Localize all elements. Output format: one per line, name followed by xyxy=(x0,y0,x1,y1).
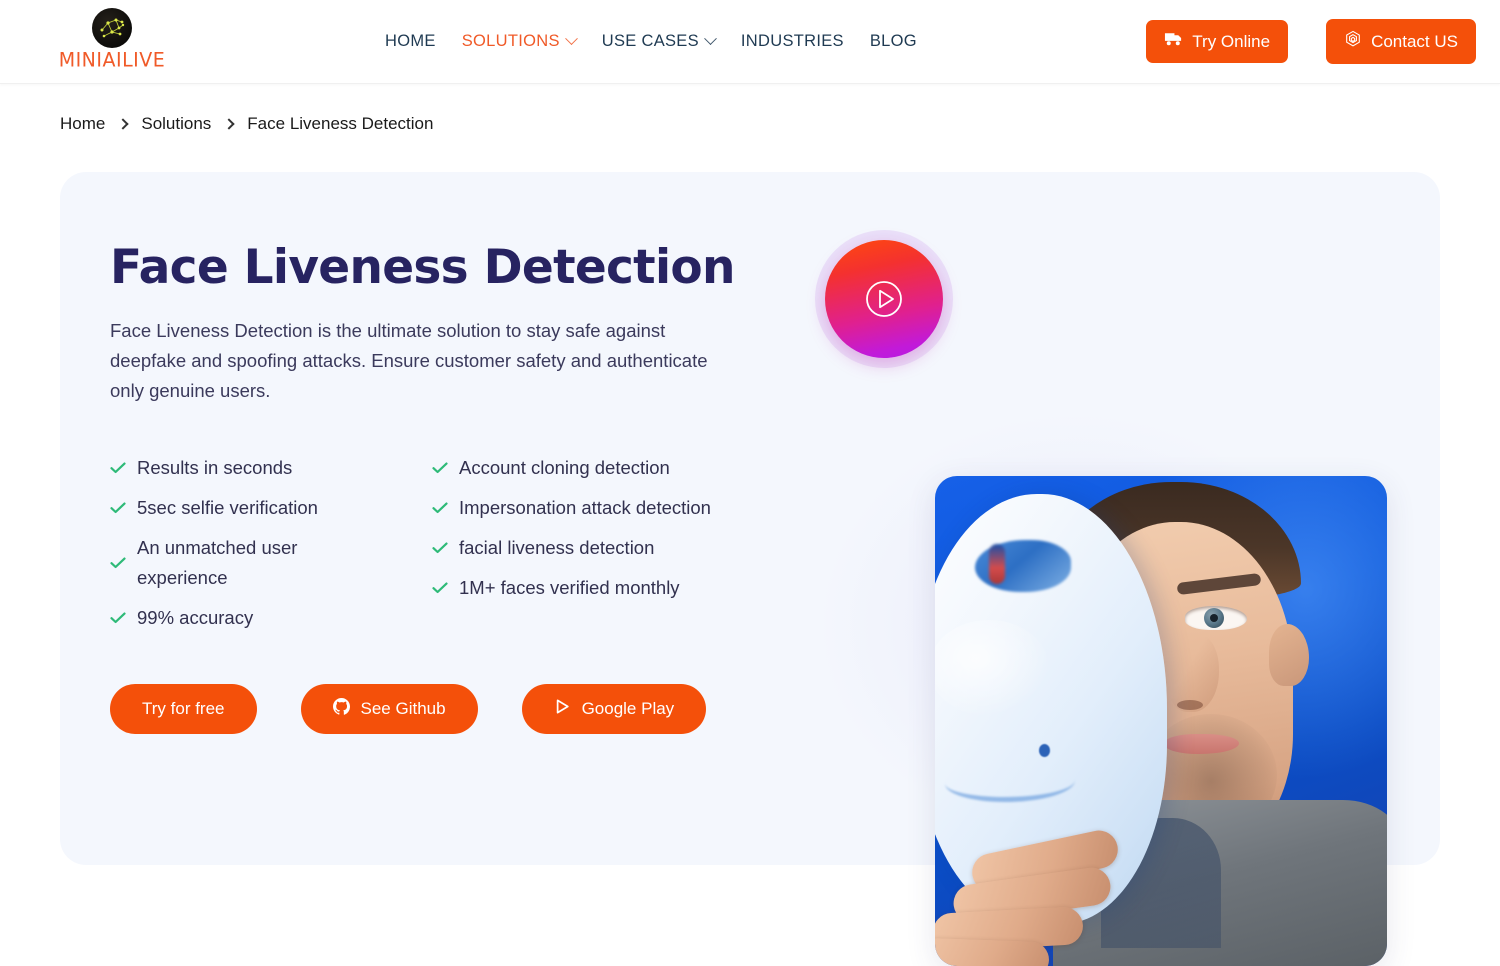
try-for-free-button[interactable]: Try for free xyxy=(110,683,257,734)
feature-item: Results in seconds xyxy=(110,448,432,488)
feature-item: 99% accuracy xyxy=(110,598,432,638)
feature-item: Impersonation attack detection xyxy=(432,488,790,528)
chevron-right-icon xyxy=(117,118,130,130)
feature-label: Impersonation attack detection xyxy=(459,496,711,518)
google-play-button[interactable]: Google Play xyxy=(521,683,707,734)
logo-wordmark: MINIAILIVE xyxy=(58,48,166,72)
nav-item-blog[interactable]: BLOG xyxy=(870,32,917,51)
neural-network-circle-icon xyxy=(92,8,132,48)
feature-column-left: Results in seconds 5sec selfie verificat… xyxy=(110,448,432,638)
hero-content: Face Liveness Detection Face Liveness De… xyxy=(110,242,790,734)
nav-label: BLOG xyxy=(869,32,917,50)
truck-icon xyxy=(1164,31,1183,52)
nav-label: SOLUTIONS xyxy=(461,32,560,50)
breadcrumb-item-current: Face Liveness Detection xyxy=(247,114,434,133)
play-triangle-icon xyxy=(554,698,571,720)
breadcrumb-item-home[interactable]: Home xyxy=(60,114,105,134)
person-ear xyxy=(1269,624,1309,686)
check-icon xyxy=(432,460,448,476)
chevron-down-icon xyxy=(704,32,717,46)
nav-label: HOME xyxy=(385,32,436,50)
cta-row: Try for free See Github Google Play xyxy=(110,683,790,734)
check-icon xyxy=(110,460,126,476)
feature-item: Account cloning detection xyxy=(432,448,790,488)
finger xyxy=(935,937,1050,966)
feature-column-right: Account cloning detection Impersonation … xyxy=(432,448,790,638)
google-play-label: Google Play xyxy=(581,698,675,718)
nav-item-home[interactable]: HOME xyxy=(385,32,436,51)
page-title: Face Liveness Detection xyxy=(110,240,735,295)
hexagon-fingerprint-icon xyxy=(1344,30,1362,53)
hero-photo xyxy=(935,476,1387,966)
person-eye xyxy=(1185,606,1247,630)
check-icon xyxy=(110,555,126,571)
nav-label: USE CASES xyxy=(601,32,699,50)
hero-media xyxy=(815,230,1387,966)
header-actions: Try Online Contact US xyxy=(1146,19,1476,64)
feature-label: facial liveness detection xyxy=(459,536,655,558)
feature-item: facial liveness detection xyxy=(432,528,790,568)
person-hand xyxy=(935,827,1155,966)
feature-item: 5sec selfie verification xyxy=(110,488,432,528)
hero-card: Face Liveness Detection Face Liveness De… xyxy=(60,172,1440,966)
mask-highlight xyxy=(935,620,1049,716)
try-online-button[interactable]: Try Online xyxy=(1146,20,1289,63)
check-icon xyxy=(110,500,126,516)
check-icon xyxy=(432,580,448,596)
nav-label: INDUSTRIES xyxy=(740,32,844,50)
site-header: MINIAILIVE HOME SOLUTIONS USE CASES INDU… xyxy=(0,0,1500,84)
breadcrumb: Home Solutions Face Liveness Detection xyxy=(0,84,1500,134)
check-icon xyxy=(110,610,126,626)
check-icon xyxy=(432,500,448,516)
check-icon xyxy=(432,540,448,556)
feature-list: Results in seconds 5sec selfie verificat… xyxy=(110,448,790,638)
feature-label: 99% accuracy xyxy=(137,606,254,628)
feature-item: 1M+ faces verified monthly xyxy=(432,568,790,608)
feature-label: Account cloning detection xyxy=(459,456,670,478)
chevron-down-icon xyxy=(564,32,578,46)
feature-label: An unmatched user experience xyxy=(137,536,298,588)
mask-mouth xyxy=(945,762,1075,802)
feature-label: 1M+ faces verified monthly xyxy=(459,576,680,598)
person-iris xyxy=(1204,608,1224,628)
nav-item-use-cases[interactable]: USE CASES xyxy=(601,32,717,51)
nav-item-industries[interactable]: INDUSTRIES xyxy=(741,32,844,51)
play-circle-icon xyxy=(825,240,943,358)
video-play-button[interactable] xyxy=(815,230,953,368)
breadcrumb-item-solutions[interactable]: Solutions xyxy=(141,114,211,134)
mask-eye-hole xyxy=(975,540,1071,592)
feature-label: Results in seconds xyxy=(137,456,293,478)
chevron-right-icon xyxy=(223,118,235,130)
feature-label: 5sec selfie verification xyxy=(137,496,318,518)
try-online-label: Try Online xyxy=(1192,31,1271,51)
try-for-free-label: Try for free xyxy=(142,698,225,718)
mask-nostril xyxy=(1039,744,1050,757)
contact-us-label: Contact US xyxy=(1371,31,1458,51)
contact-us-button[interactable]: Contact US xyxy=(1326,19,1476,64)
see-github-label: See Github xyxy=(360,698,446,718)
feature-item: An unmatched user experience xyxy=(110,528,432,598)
site-logo[interactable]: MINIAILIVE xyxy=(52,8,172,72)
see-github-button[interactable]: See Github xyxy=(300,683,478,734)
main-navigation: HOME SOLUTIONS USE CASES INDUSTRIES BLOG xyxy=(385,32,917,51)
nav-item-solutions[interactable]: SOLUTIONS xyxy=(461,32,578,51)
person-nostril xyxy=(1177,700,1203,710)
github-icon xyxy=(332,697,350,720)
hero-description: Face Liveness Detection is the ultimate … xyxy=(110,319,708,401)
